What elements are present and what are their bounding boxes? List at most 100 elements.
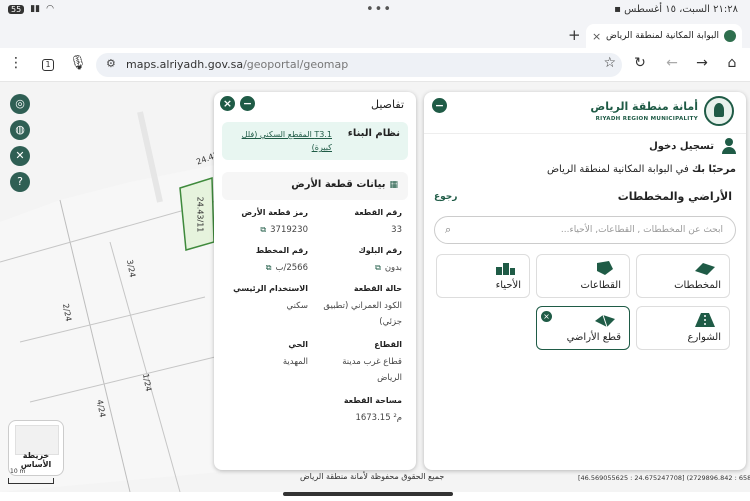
close-details-button[interactable]: × [220,96,235,111]
status-value: الكود العمراني (تطبيق جزئي) [323,301,402,327]
search-input[interactable]: ⌕ ابحث عن المخططات , القطاعات, الأحياء..… [434,216,736,244]
category-sectors[interactable]: القطاعات [536,254,630,298]
forward-arrow-icon[interactable]: → [692,55,712,71]
url-path: /geoportal/geomap [243,58,349,71]
basemap-label: خريطة الأساس [20,451,52,469]
reload-icon[interactable]: ↻ [630,55,650,71]
notification-icon: ▪ [614,4,621,15]
logo-title-ar: أمانة منطقة الرياض [590,100,698,113]
map-help-icon[interactable]: ? [10,172,30,192]
status-time: ٢١:٢٨ [713,4,738,15]
sector-value: قطاع غرب مدينة الرياض [342,357,402,383]
category-plans[interactable]: المخططات [636,254,730,298]
plan-no-text: 2566/ب [275,263,308,273]
plans-icon [695,263,715,275]
tab-title: البوابة المكانية لمنطقة الرياض [606,31,719,41]
back-link[interactable]: رجوع [434,192,457,202]
microphone-icon[interactable]: 🎙 [68,55,88,71]
user-icon [722,138,736,154]
sectors-icon [597,261,613,275]
sector-label: القطاع [374,340,402,349]
district-value: المهدية [282,357,308,367]
map-footer: جميع الحقوق محفوظة لأمانة منطقة الرياض [… [0,470,750,491]
bookmark-star-icon[interactable]: ☆ [603,55,616,71]
signal-icon: ▮▮ [30,4,41,14]
building-system-label: نظام البناء [347,128,400,139]
streets-icon [695,313,715,327]
status-icons: 55 ▮▮ ◠ [8,4,54,14]
category-parcels[interactable]: × قطع الأراضي [536,306,630,350]
search-placeholder: ابحث عن المخططات , القطاعات, الأحياء... [560,225,723,235]
area-value: 1673.15 م² [355,413,402,423]
status-time-date: ٢١:٢٨ السبت، ١٥ أغسطس ▪ [614,4,738,15]
land-data-title: ▦ بيانات قطعة الأرض [291,179,398,190]
welcome-text: مرحبًا بك في البوابة المكانية لمنطقة الر… [547,164,736,175]
status-label: حالة القطعة [353,284,402,293]
category-districts[interactable]: الأحياء [436,254,530,298]
locate-icon[interactable]: ◎ [10,94,30,114]
land-data-title-text: بيانات قطعة الأرض [291,179,386,190]
parcel-code-label: رمز قطعة الأرض [241,208,308,217]
browser-tab[interactable]: البوابة المكانية لمنطقة الرياض × [586,24,742,48]
url-text[interactable]: maps.alriyadh.gov.sa/geoportal/geomap [126,58,348,71]
login-link[interactable]: تسجيل دخول [649,138,736,154]
copyright-text: جميع الحقوق محفوظة لأمانة منطقة الرياض [300,472,445,481]
district-label: الحي [288,340,308,349]
category-label: القطاعات [580,280,621,291]
block-no-label: رقم البلوك [358,246,402,255]
search-icon: ⌕ [445,223,452,236]
gesture-bar[interactable] [283,492,453,496]
logo-title-en: RIYADH REGION MUNICIPALITY [595,116,698,122]
category-streets[interactable]: الشوارع [636,306,730,350]
minimize-details-button[interactable]: − [240,96,255,111]
login-label: تسجيل دخول [649,140,714,152]
tab-switcher-button[interactable]: 1 [38,55,58,71]
back-arrow-icon[interactable]: ← [662,55,682,71]
welcome-prefix: مرحبًا بك [691,164,736,175]
copy-icon[interactable]: ⧉ [260,225,266,234]
plan-no-label: رقم المخطط [255,246,308,255]
building-system-box: نظام البناء T3.1 المقطع السكني (فلل كبير… [222,122,408,160]
parcel-code-value: 3719230 ⧉ [260,222,308,238]
municipality-logo-icon [704,96,734,126]
details-panel: تفاصيل × − نظام البناء T3.1 المقطع السكن… [214,92,416,470]
districts-icon [496,263,515,275]
copy-icon[interactable]: ⧉ [375,263,381,272]
browser-toolbar: ⋮ 1 🎙 ⚙ maps.alriyadh.gov.sa/geoportal/g… [0,48,750,82]
battery-icon: 55 [8,4,25,14]
site-settings-icon[interactable]: ⚙ [106,57,116,70]
main-use-value: سكني [286,301,308,311]
plan-no-value: 2566/ب⧉ [266,260,308,276]
close-icon[interactable]: × [541,311,552,322]
land-data-header[interactable]: ▦ بيانات قطعة الأرض [222,172,408,200]
coordinates-readout: [46.569055625 : 24.675247708] (2729896.8… [578,474,750,482]
window-menu-dots[interactable]: ••• [366,2,392,17]
wifi-icon: ◠ [46,4,54,14]
map-label-2: 24.43/11 [195,196,205,233]
block-no-text: بدون [384,263,402,273]
tab-bar: + البوابة المكانية لمنطقة الرياض × [0,22,750,48]
tab-close-icon[interactable]: × [592,30,601,43]
parcels-icon [595,314,615,328]
new-tab-button[interactable]: + [568,26,581,44]
favicon-icon [724,30,736,42]
copy-icon[interactable]: ⧉ [266,263,272,272]
section-title: الأراضي والمخططات [617,190,732,203]
tools-icon[interactable]: ✕ [10,146,30,166]
building-system-value[interactable]: T3.1 المقطع السكني (فلل كبيرة) [228,128,332,154]
category-label: المخططات [674,280,721,291]
panel-header: أمانة منطقة الرياض RIYADH REGION MUNICIP… [424,92,746,134]
globe-icon[interactable]: ◍ [10,120,30,140]
tab-count: 1 [42,59,54,71]
parcel-no-label: رقم القطعة [354,208,402,217]
block-no-value: بدون⧉ [375,260,402,276]
area-label: مساحة القطعة [343,396,402,405]
more-menu-icon[interactable]: ⋮ [6,55,26,71]
address-bar[interactable]: ⚙ maps.alriyadh.gov.sa/geoportal/geomap … [96,53,622,77]
home-icon[interactable]: ⌂ [722,55,742,71]
category-label: الأحياء [495,280,521,291]
category-label: الشوارع [687,332,722,343]
url-host: maps.alriyadh.gov.sa [126,58,244,71]
details-title: تفاصيل [371,98,404,111]
welcome-rest: في البوابة المكانية لمنطقة الرياض [546,164,689,175]
